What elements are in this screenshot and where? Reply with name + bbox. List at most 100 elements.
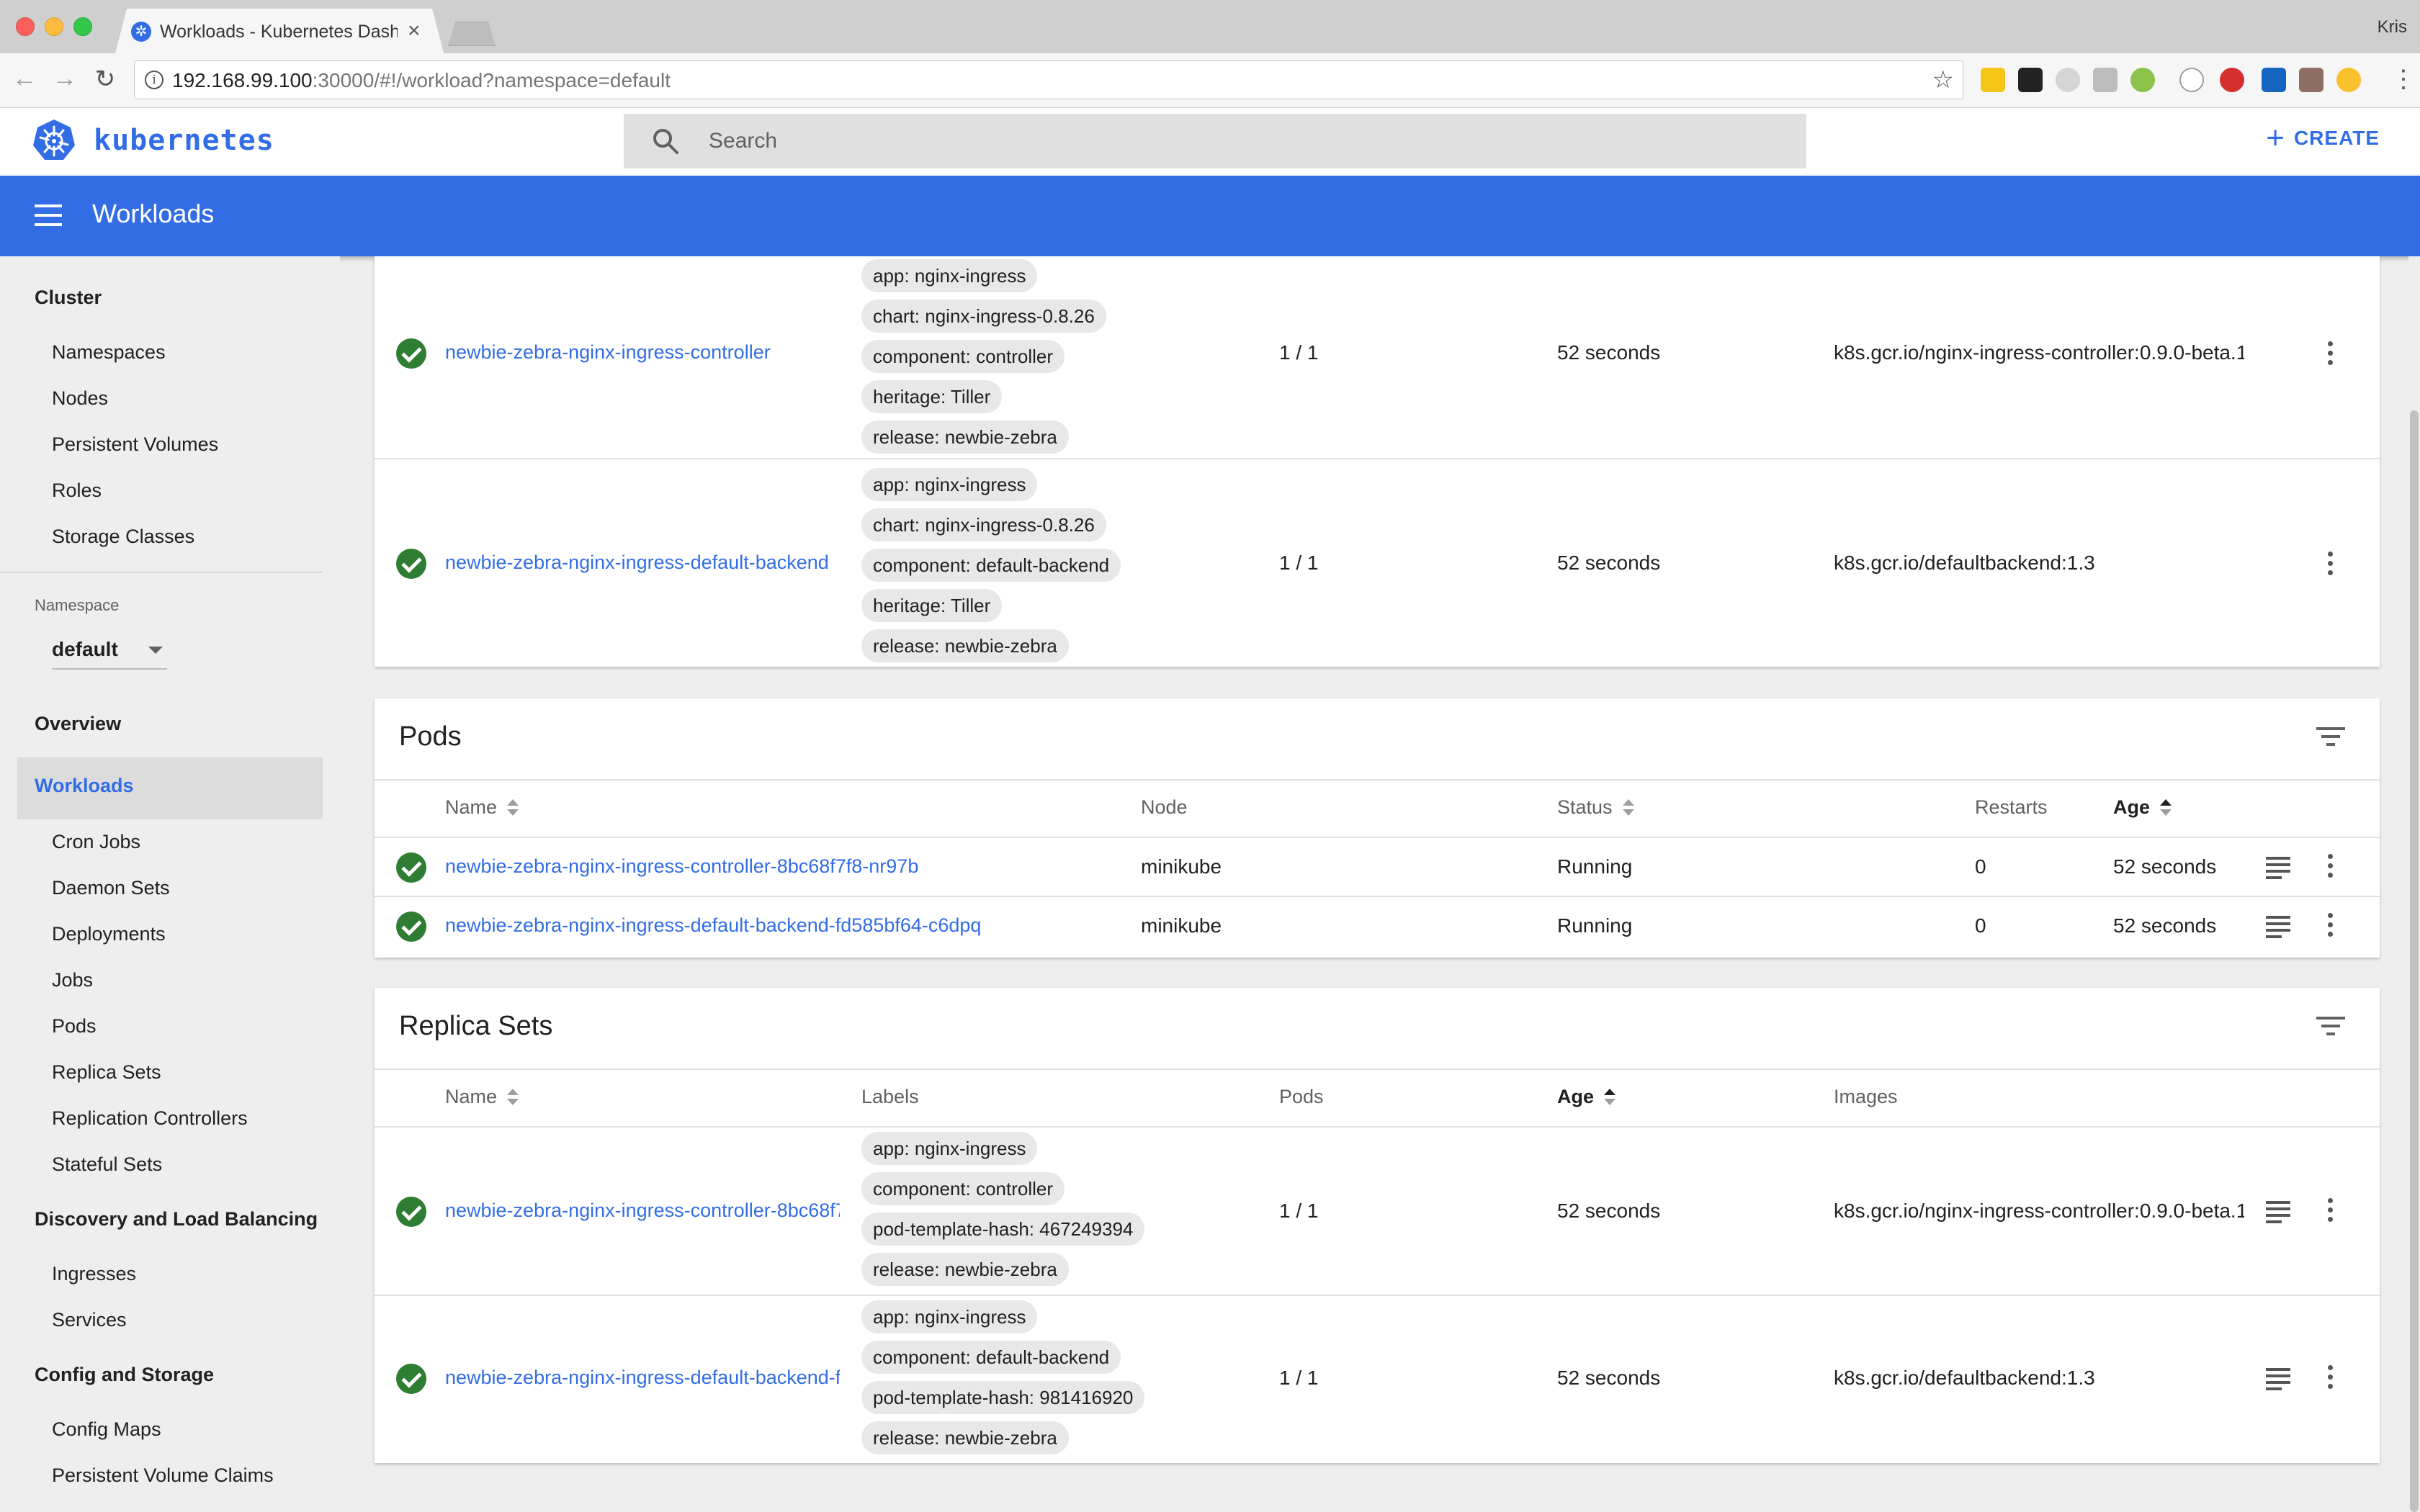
table-row: newbie-zebra-nginx-ingress-default-backe… [375,459,2380,667]
hamburger-menu-icon[interactable] [35,204,62,226]
sidebar-item-replica-sets[interactable]: Replica Sets [52,1061,161,1084]
create-button-label: CREATE [2293,127,2380,149]
brand-name[interactable]: kubernetes [94,124,274,157]
column-header-images: Images [1834,1086,1898,1107]
column-header-name[interactable]: Name [445,796,520,819]
address-bar[interactable]: i 192.168.99.100:30000/#!/workload?names… [134,60,1963,99]
sidebar-nav: Cluster Namespaces Nodes Persistent Volu… [0,256,340,1512]
pods-table-header: Name Node Status Restarts Age [375,779,2380,838]
more-vert-icon[interactable] [2326,913,2334,942]
extension-6-icon[interactable] [2179,68,2204,92]
url-host: 192.168.99.100 [172,69,313,91]
column-header-name-label: Name [445,1086,498,1107]
extension-8-icon[interactable] [2262,68,2286,92]
sidebar-item-pods[interactable]: Pods [52,1015,97,1038]
more-vert-icon[interactable] [2326,854,2334,883]
sidebar-item-deployments[interactable]: Deployments [52,923,166,945]
deployment-name-link[interactable]: newbie-zebra-nginx-ingress-default-backe… [445,552,840,574]
filter-icon[interactable] [2316,1017,2345,1038]
table-row: newbie-zebra-nginx-ingress-controller-8b… [375,1128,2380,1296]
column-header-name-label: Name [445,796,498,818]
column-header-labels: Labels [861,1086,919,1107]
window-zoom-button[interactable] [73,17,92,36]
back-arrow-icon[interactable]: ← [10,65,39,93]
namespace-select[interactable]: default [52,638,167,670]
label-chip: app: nginx-ingress [861,259,1038,292]
sidebar-heading-cluster[interactable]: Cluster [35,287,102,309]
browser-tab-strip: ✲ Workloads - Kubernetes Dashb × Kris [0,0,2420,53]
new-tab-button[interactable] [448,22,496,46]
sort-ascending-icon [1603,1086,1617,1108]
extension-adblock-icon[interactable] [2220,68,2244,92]
reload-icon[interactable]: ↻ [91,65,120,94]
more-vert-icon[interactable] [2326,341,2334,370]
status-ok-icon [396,549,426,579]
column-header-status[interactable]: Status [1557,796,1636,819]
kubernetes-logo-icon[interactable] [32,118,76,163]
column-header-age[interactable]: Age [2113,796,2173,819]
extension-3-icon[interactable] [2056,68,2080,92]
tab-close-icon[interactable]: × [408,19,421,43]
logs-icon[interactable] [2266,916,2290,938]
sidebar-item-namespaces[interactable]: Namespaces [52,341,166,364]
search-input[interactable] [709,114,1775,168]
site-info-icon[interactable]: i [145,71,163,89]
replica-set-name-link[interactable]: newbie-zebra-nginx-ingress-controller-8b… [445,1200,840,1222]
window-minimize-button[interactable] [45,17,63,36]
sidebar-item-config-maps[interactable]: Config Maps [52,1418,161,1441]
deployment-name-link[interactable]: newbie-zebra-nginx-ingress-controller [445,341,784,364]
logs-icon[interactable] [2266,1201,2290,1223]
browser-profile-name[interactable]: Kris [2378,17,2407,37]
create-button[interactable]: + CREATE [2266,122,2380,154]
sidebar-item-storage-classes[interactable]: Storage Classes [52,526,194,548]
filter-icon[interactable] [2316,727,2345,749]
sidebar-item-persistent-volumes[interactable]: Persistent Volumes [52,433,218,456]
deployment-pods: 1 / 1 [1279,341,1319,364]
table-row: newbie-zebra-nginx-ingress-default-backe… [375,897,2380,956]
forward-arrow-icon[interactable]: → [50,65,79,93]
pod-age: 52 seconds [2113,855,2217,878]
sidebar-item-overview[interactable]: Overview [35,713,121,735]
sidebar-item-ingresses[interactable]: Ingresses [52,1263,136,1285]
replica-set-name-link[interactable]: newbie-zebra-nginx-ingress-default-backe… [445,1367,840,1389]
sidebar-item-replication-controllers[interactable]: Replication Controllers [52,1107,248,1130]
search-bar[interactable] [624,114,1806,168]
status-ok-icon [396,852,426,883]
sidebar-heading-discovery[interactable]: Discovery and Load Balancing [35,1208,318,1230]
sidebar-heading-config-storage[interactable]: Config and Storage [35,1364,214,1386]
pod-name-link[interactable]: newbie-zebra-nginx-ingress-controller-8b… [445,855,1122,878]
bookmark-star-icon[interactable]: ☆ [1932,66,1954,94]
sidebar-item-cron-jobs[interactable]: Cron Jobs [52,831,140,853]
deployment-age: 52 seconds [1557,341,1661,364]
sidebar-item-persistent-volume-claims[interactable]: Persistent Volume Claims [52,1464,274,1487]
column-header-age[interactable]: Age [1557,1086,1617,1108]
sidebar-item-workloads[interactable]: Workloads [17,757,323,819]
browser-tab-workloads[interactable]: ✲ Workloads - Kubernetes Dashb × [115,9,444,53]
sidebar-item-roles[interactable]: Roles [52,480,102,502]
logs-icon[interactable] [2266,1368,2290,1390]
label-chip: pod-template-hash: 467249394 [861,1212,1145,1246]
extension-9-icon[interactable] [2299,68,2323,92]
extension-jetbrains-icon[interactable] [2018,68,2043,92]
window-close-button[interactable] [16,17,35,36]
sidebar-item-jobs[interactable]: Jobs [52,969,93,991]
column-header-name[interactable]: Name [445,1086,520,1108]
more-vert-icon[interactable] [2326,552,2334,580]
label-chip: component: default-backend [861,1341,1121,1374]
page-scrollbar-thumb[interactable] [2410,410,2419,1512]
extension-5-icon[interactable] [2130,68,2155,92]
pod-name-link[interactable]: newbie-zebra-nginx-ingress-default-backe… [445,914,1122,937]
url-text[interactable]: 192.168.99.100:30000/#!/workload?namespa… [172,69,671,92]
logs-icon[interactable] [2266,857,2290,879]
sidebar-item-services[interactable]: Services [52,1309,127,1331]
extension-drive-icon[interactable] [2093,68,2118,92]
extension-10-icon[interactable] [2336,68,2361,92]
more-vert-icon[interactable] [2326,1365,2334,1394]
label-chip: chart: nginx-ingress-0.8.26 [861,508,1106,541]
sidebar-item-stateful-sets[interactable]: Stateful Sets [52,1153,162,1176]
sidebar-item-nodes[interactable]: Nodes [52,387,108,410]
extension-1-icon[interactable] [1981,68,2005,92]
sidebar-item-daemon-sets[interactable]: Daemon Sets [52,877,170,899]
more-vert-icon[interactable] [2326,1198,2334,1227]
chrome-menu-icon[interactable]: ⋮ [2391,65,2416,94]
